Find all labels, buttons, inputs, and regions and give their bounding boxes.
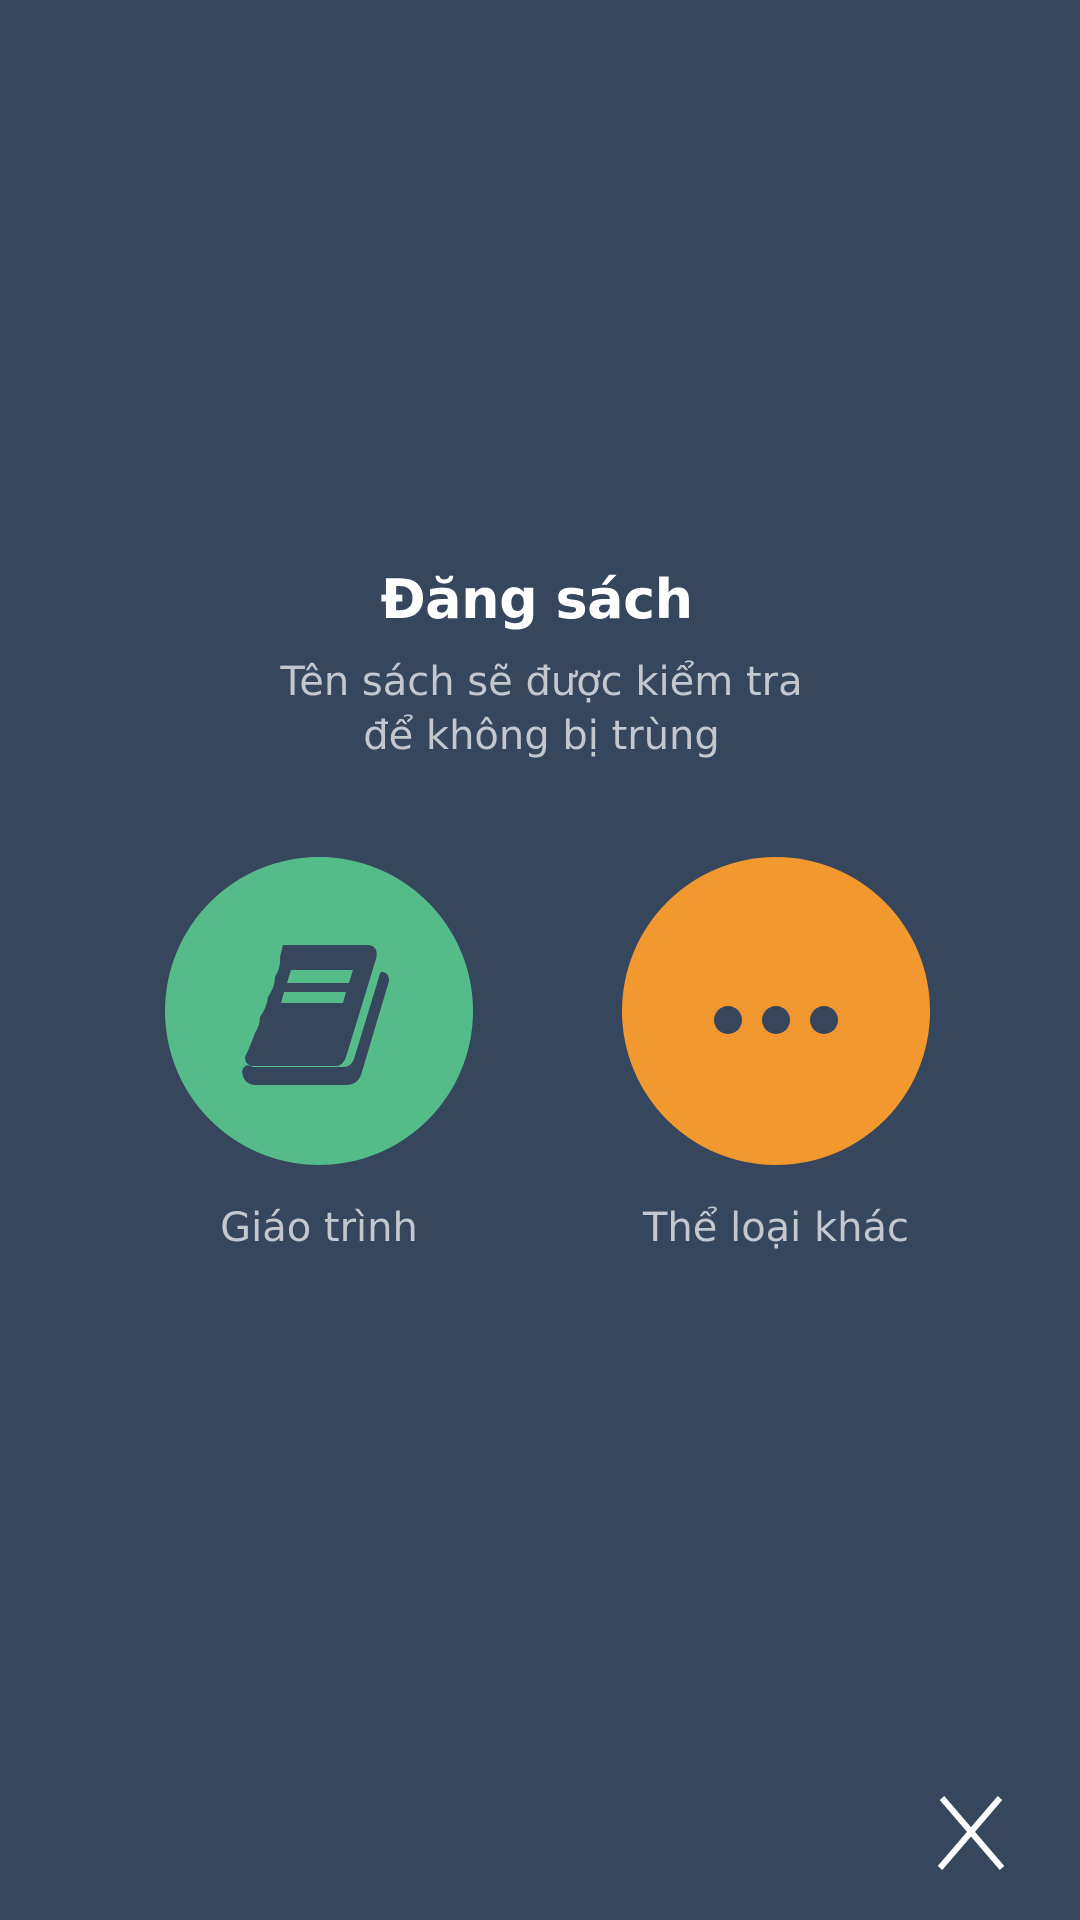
other-genre-option-label: Thể loại khác	[642, 1205, 910, 1251]
page-subtitle: Tên sách sẽ được kiểm tra để không bị tr…	[0, 655, 1080, 763]
close-icon	[937, 1796, 1005, 1870]
more-dots-icon	[714, 1006, 838, 1034]
subtitle-line-1: Tên sách sẽ được kiểm tra	[280, 659, 803, 705]
post-book-screen: Đăng sách Tên sách sẽ được kiểm tra để k…	[0, 0, 1080, 1920]
other-genre-circle[interactable]	[622, 857, 930, 1165]
textbook-option-label: Giáo trình	[220, 1205, 418, 1251]
other-genre-option-button[interactable]: Thể loại khác	[616, 857, 936, 1257]
subtitle-line-2: để không bị trùng	[363, 713, 720, 759]
book-icon	[242, 945, 389, 1085]
textbook-option-button[interactable]: Giáo trình	[159, 857, 479, 1257]
close-button[interactable]	[930, 1785, 1014, 1875]
textbook-circle[interactable]	[165, 857, 473, 1165]
page-title: Đăng sách	[380, 568, 693, 631]
